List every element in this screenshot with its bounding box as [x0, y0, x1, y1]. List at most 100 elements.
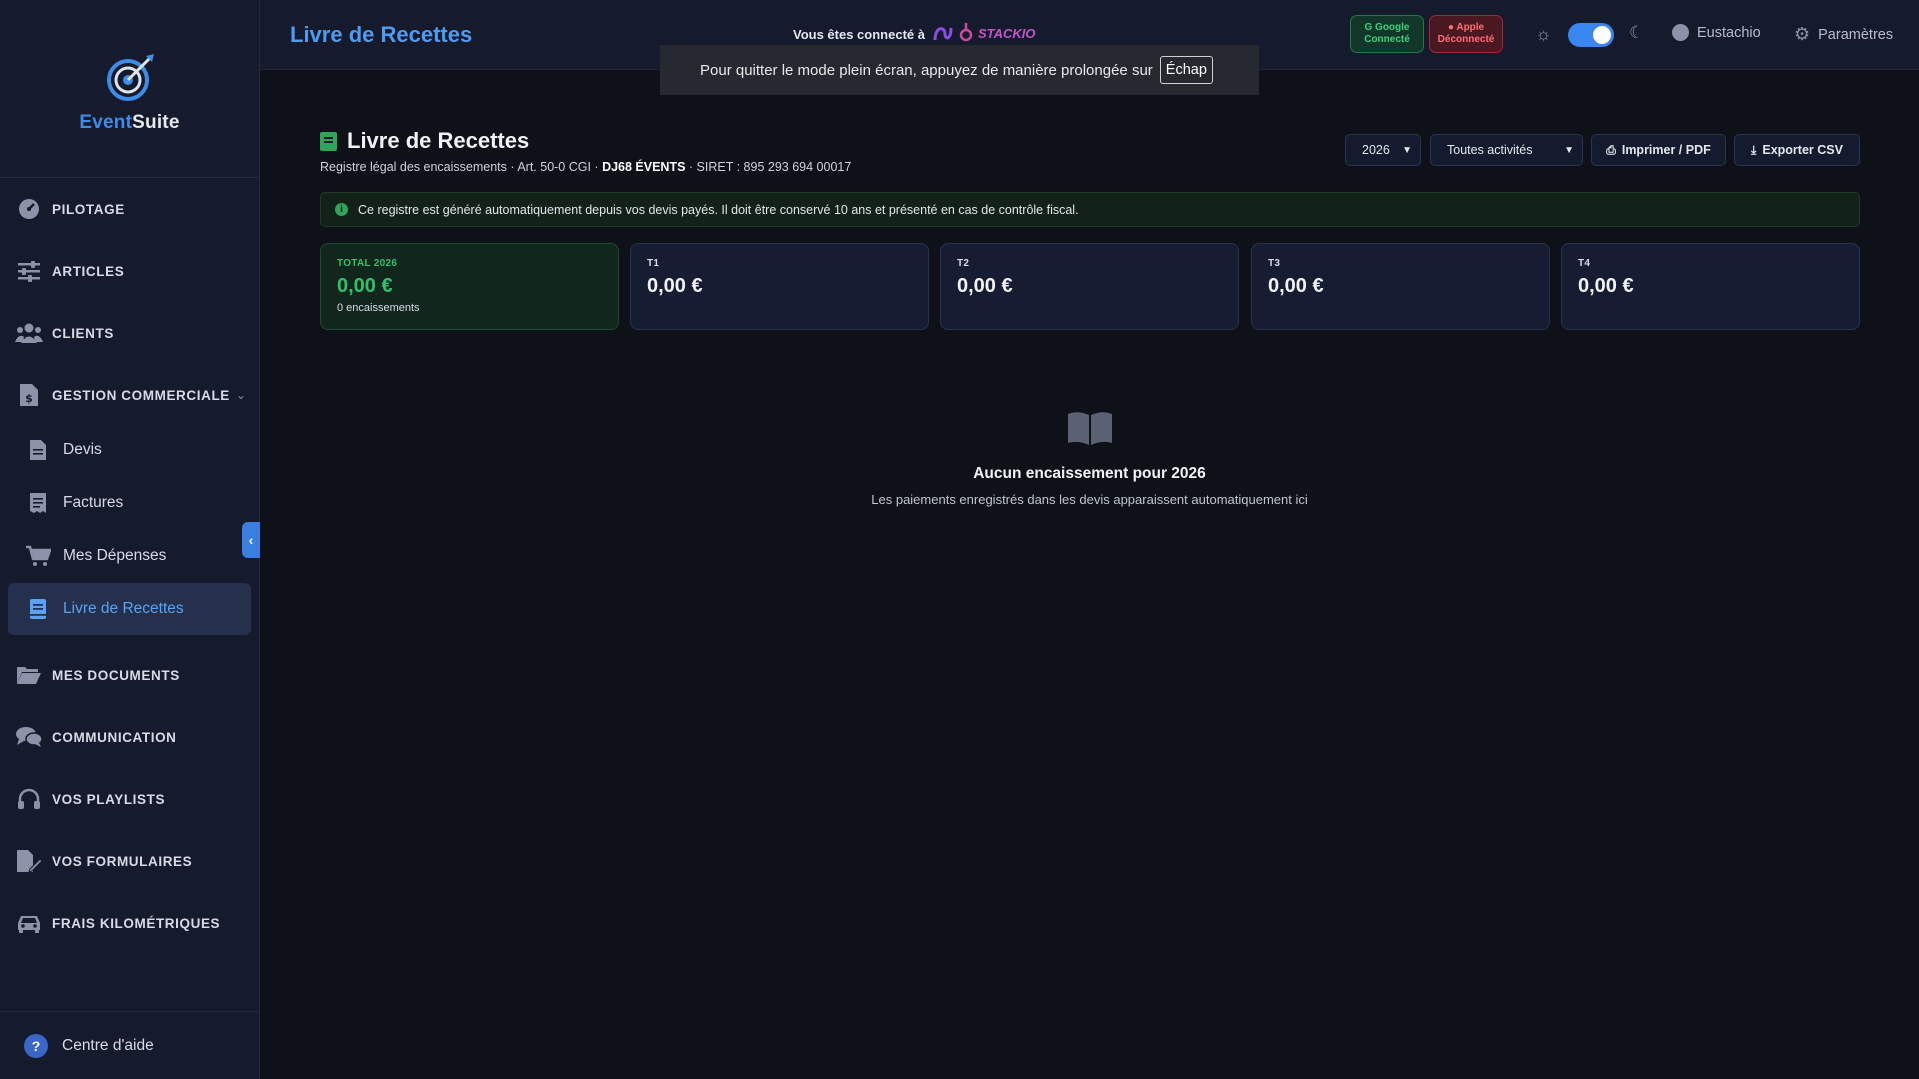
year-select[interactable]: 2026 ▼ [1345, 134, 1421, 166]
info-banner: i Ce registre est généré automatiquement… [320, 192, 1860, 227]
apple-connection-badge[interactable]: ● Apple Déconnecté [1429, 15, 1503, 53]
partner-logo-text: STACKIO [978, 25, 1036, 41]
connected-label: Vous êtes connecté à [793, 27, 925, 42]
card-label: T1 [647, 258, 660, 269]
sidebar-item-label: MES DOCUMENTS [52, 667, 180, 683]
sidebar-item-pilotage[interactable]: PILOTAGE [0, 187, 260, 231]
chevron-down-icon: ▼ [1564, 144, 1574, 156]
gauge-icon [15, 195, 43, 223]
sidebar-item-label: VOS FORMULAIRES [52, 853, 193, 869]
toggle-knob [1593, 26, 1611, 44]
card-value: 0,00 € [957, 275, 1013, 297]
question-circle-icon: ? [24, 1033, 48, 1058]
fullscreen-notice-text: Pour quitter le mode plein écran, appuye… [700, 61, 1153, 79]
sidebar-item-label: PILOTAGE [52, 201, 125, 217]
sidebar-item-communication[interactable]: COMMUNICATION [0, 715, 260, 759]
printer-icon: ⎙ [1606, 142, 1616, 157]
top-bar: Livre de Recettes Vous êtes connecté à S… [260, 0, 1919, 95]
stackio-logo-icon [933, 23, 973, 42]
eventsuite-logo-icon [106, 53, 154, 101]
google-icon: G [1364, 22, 1373, 33]
sidebar-item-label: VOS PLAYLISTS [52, 791, 166, 807]
empty-state: Aucun encaissement pour 2026 Les paiemen… [260, 410, 1919, 507]
sidebar-item-vos-formulaires[interactable]: VOS FORMULAIRES [0, 839, 260, 883]
sidebar-subitem-devis[interactable]: Devis [8, 424, 251, 476]
google-connection-badge[interactable]: G Google Connecté [1350, 15, 1424, 53]
brand-name: EventSuite [79, 111, 180, 133]
apple-icon: ● [1447, 22, 1454, 33]
form-edit-icon [15, 847, 43, 875]
sidebar-item-vos-playlists[interactable]: VOS PLAYLISTS [0, 777, 260, 821]
chevron-left-icon: ‹ [248, 532, 254, 548]
book-icon [320, 131, 337, 151]
sidebar-subitem-label: Livre de Recettes [63, 600, 184, 617]
sidebar-item-mes-documents[interactable]: MES DOCUMENTS [0, 653, 260, 697]
help-center-link[interactable]: ? Centre d'aide [0, 1011, 260, 1079]
quarter-card-t3: T3 0,00 € [1251, 243, 1550, 330]
fullscreen-exit-notice: Pour quitter le mode plein écran, appuye… [660, 45, 1259, 95]
google-label: G Google [1364, 22, 1410, 33]
sidebar-item-articles[interactable]: ARTICLES [0, 249, 260, 293]
chevron-down-icon: ▼ [1402, 144, 1412, 156]
sidebar-subitem-label: Mes Dépenses [63, 547, 167, 564]
sidebar-item-label: ARTICLES [52, 263, 125, 279]
main-content: Livre de Recettes Registre légal des enc… [260, 70, 1919, 1079]
info-icon: i [335, 203, 348, 216]
book-icon [25, 596, 51, 622]
card-subtext: 0 encaissements [337, 302, 420, 314]
sidebar-subitem-factures[interactable]: Factures [8, 477, 251, 529]
export-csv-button[interactable]: ⤓ Exporter CSV [1734, 134, 1860, 166]
card-value: 0,00 € [1578, 275, 1634, 297]
user-menu[interactable]: Eustachio [1672, 24, 1761, 41]
google-status: Connecté [1364, 34, 1410, 45]
sidebar-item-label: GESTION COMMERCIALE [52, 387, 230, 403]
page-subtitle: Registre légal des encaissements · Art. … [320, 160, 852, 174]
users-icon [15, 319, 43, 347]
sun-icon: ☼ [1535, 24, 1552, 44]
brand[interactable]: EventSuite [0, 0, 259, 178]
escape-key-badge: Échap [1159, 56, 1213, 84]
folder-icon [15, 661, 43, 689]
print-pdf-button[interactable]: ⎙ Imprimer / PDF [1591, 134, 1726, 166]
moon-icon: ☾ [1629, 23, 1645, 42]
file-icon [25, 437, 51, 463]
sidebar-item-gestion-commerciale[interactable]: $ GESTION COMMERCIALE ⌄ [0, 373, 260, 417]
apple-status: Déconnecté [1437, 34, 1495, 45]
quarter-card-t1: T1 0,00 € [630, 243, 929, 330]
sidebar-item-label: CLIENTS [52, 325, 114, 341]
car-icon [15, 909, 43, 937]
help-label: Centre d'aide [62, 1036, 154, 1054]
sidebar-item-frais-kilometriques[interactable]: FRAIS KILOMÉTRIQUES [0, 901, 260, 945]
sidebar-subitem-livre-de-recettes[interactable]: Livre de Recettes [8, 583, 251, 635]
card-label: T2 [957, 258, 970, 269]
sidebar: EventSuite PILOTAGE ARTICLES CLIENTS $ G… [0, 0, 260, 1079]
gear-icon: ⚙ [1794, 24, 1811, 44]
sidebar-collapse-button[interactable]: ‹ [242, 522, 260, 558]
card-label: TOTAL 2026 [337, 258, 398, 269]
page-title: Livre de Recettes [347, 128, 530, 153]
total-card: TOTAL 2026 0,00 € 0 encaissements [320, 243, 619, 330]
download-icon: ⤓ [1751, 142, 1757, 157]
page-heading: Livre de Recettes Registre légal des enc… [320, 128, 851, 174]
card-value: 0,00 € [647, 275, 703, 297]
user-name: Eustachio [1697, 24, 1761, 41]
header-title: Livre de Recettes [290, 22, 473, 47]
theme-toggle[interactable] [1568, 23, 1614, 47]
settings-label: Paramètres [1818, 26, 1894, 43]
sidebar-item-label: FRAIS KILOMÉTRIQUES [52, 915, 221, 931]
user-circle-icon [1672, 24, 1689, 41]
cart-icon [25, 543, 51, 569]
card-value: 0,00 € [337, 275, 393, 297]
card-label: T3 [1268, 258, 1281, 269]
settings-link[interactable]: ⚙ Paramètres [1794, 24, 1893, 45]
sidebar-subitem-label: Factures [63, 494, 124, 511]
sidebar-item-clients[interactable]: CLIENTS [0, 311, 260, 355]
activity-select[interactable]: Toutes activités ▼ [1430, 134, 1583, 166]
open-book-icon [1067, 412, 1112, 445]
sidebar-subitem-mes-depenses[interactable]: Mes Dépenses [8, 530, 251, 582]
empty-title: Aucun encaissement pour 2026 [973, 465, 1206, 482]
sidebar-subitem-label: Devis [63, 441, 102, 458]
company-name: DJ68 ÉVENTS [602, 160, 686, 174]
receipt-icon [25, 490, 51, 516]
chevron-down-icon: ⌄ [235, 388, 246, 402]
